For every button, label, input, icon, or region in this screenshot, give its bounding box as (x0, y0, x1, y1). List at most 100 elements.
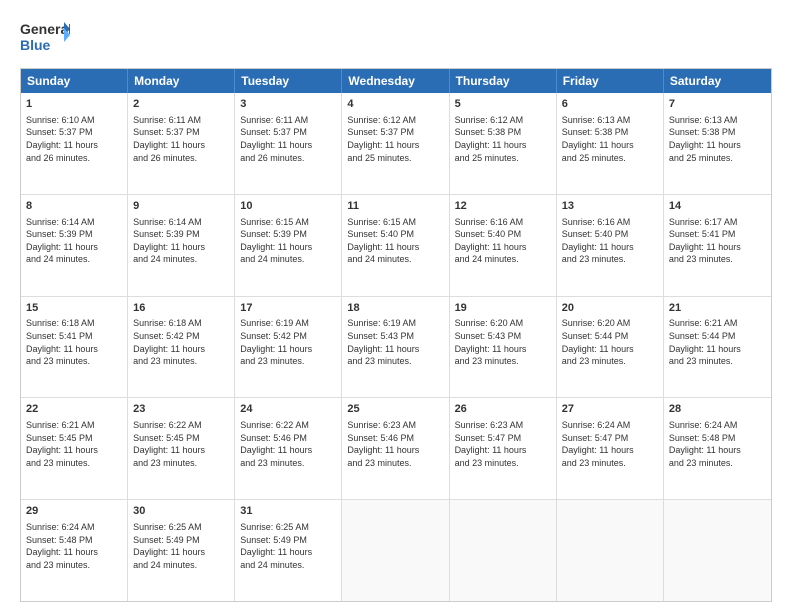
cell-text-line: Sunrise: 6:21 AM (26, 419, 122, 432)
cell-text-line: Sunrise: 6:11 AM (133, 114, 229, 127)
cell-text-line: Sunrise: 6:13 AM (562, 114, 658, 127)
cell-text-line: Sunset: 5:47 PM (455, 432, 551, 445)
day-number: 21 (669, 301, 766, 316)
cell-text-line: Daylight: 11 hours (133, 241, 229, 254)
day-cell-8: 8Sunrise: 6:14 AMSunset: 5:39 PMDaylight… (21, 195, 128, 296)
day-number: 25 (347, 402, 443, 417)
cell-text-line: Sunrise: 6:22 AM (133, 419, 229, 432)
day-number: 3 (240, 97, 336, 112)
day-cell-10: 10Sunrise: 6:15 AMSunset: 5:39 PMDayligh… (235, 195, 342, 296)
svg-text:General: General (20, 21, 70, 37)
day-number: 7 (669, 97, 766, 112)
cell-text-line: Sunrise: 6:11 AM (240, 114, 336, 127)
cell-text-line: Daylight: 11 hours (240, 546, 336, 559)
cell-text-line: and 23 minutes. (669, 253, 766, 266)
day-cell-30: 30Sunrise: 6:25 AMSunset: 5:49 PMDayligh… (128, 500, 235, 601)
cell-text-line: Sunset: 5:46 PM (240, 432, 336, 445)
cell-text-line: and 23 minutes. (26, 457, 122, 470)
cell-text-line: Sunrise: 6:25 AM (133, 521, 229, 534)
day-number: 27 (562, 402, 658, 417)
cell-text-line: Sunrise: 6:24 AM (669, 419, 766, 432)
cell-text-line: and 23 minutes. (562, 355, 658, 368)
cell-text-line: Daylight: 11 hours (562, 444, 658, 457)
calendar-row-4: 22Sunrise: 6:21 AMSunset: 5:45 PMDayligh… (21, 397, 771, 499)
page-header: General Blue (20, 16, 772, 58)
cell-text-line: Sunrise: 6:18 AM (26, 317, 122, 330)
cell-text-line: Daylight: 11 hours (455, 139, 551, 152)
cell-text-line: and 25 minutes. (347, 152, 443, 165)
cell-text-line: Sunset: 5:45 PM (133, 432, 229, 445)
day-number: 31 (240, 504, 336, 519)
cell-text-line: Sunset: 5:37 PM (240, 126, 336, 139)
cell-text-line: Sunset: 5:49 PM (240, 534, 336, 547)
cell-text-line: and 23 minutes. (455, 355, 551, 368)
header-day-friday: Friday (557, 69, 664, 93)
day-number: 9 (133, 199, 229, 214)
cell-text-line: Daylight: 11 hours (347, 241, 443, 254)
day-cell-2: 2Sunrise: 6:11 AMSunset: 5:37 PMDaylight… (128, 93, 235, 194)
empty-cell (557, 500, 664, 601)
cell-text-line: and 24 minutes. (240, 253, 336, 266)
cell-text-line: Sunset: 5:37 PM (133, 126, 229, 139)
cell-text-line: Sunset: 5:42 PM (240, 330, 336, 343)
cell-text-line: and 24 minutes. (133, 253, 229, 266)
day-number: 16 (133, 301, 229, 316)
cell-text-line: Daylight: 11 hours (240, 444, 336, 457)
cell-text-line: Sunrise: 6:14 AM (26, 216, 122, 229)
calendar-row-1: 1Sunrise: 6:10 AMSunset: 5:37 PMDaylight… (21, 93, 771, 194)
day-cell-6: 6Sunrise: 6:13 AMSunset: 5:38 PMDaylight… (557, 93, 664, 194)
cell-text-line: Sunset: 5:40 PM (347, 228, 443, 241)
cell-text-line: Sunrise: 6:24 AM (562, 419, 658, 432)
day-cell-12: 12Sunrise: 6:16 AMSunset: 5:40 PMDayligh… (450, 195, 557, 296)
header-day-wednesday: Wednesday (342, 69, 449, 93)
cell-text-line: Daylight: 11 hours (347, 343, 443, 356)
cell-text-line: Daylight: 11 hours (455, 241, 551, 254)
day-cell-13: 13Sunrise: 6:16 AMSunset: 5:40 PMDayligh… (557, 195, 664, 296)
cell-text-line: and 23 minutes. (669, 457, 766, 470)
cell-text-line: and 23 minutes. (347, 457, 443, 470)
day-number: 6 (562, 97, 658, 112)
cell-text-line: and 24 minutes. (26, 253, 122, 266)
cell-text-line: Sunrise: 6:10 AM (26, 114, 122, 127)
cell-text-line: Sunrise: 6:18 AM (133, 317, 229, 330)
day-cell-3: 3Sunrise: 6:11 AMSunset: 5:37 PMDaylight… (235, 93, 342, 194)
cell-text-line: Sunset: 5:49 PM (133, 534, 229, 547)
cell-text-line: Sunrise: 6:12 AM (347, 114, 443, 127)
cell-text-line: Sunrise: 6:21 AM (669, 317, 766, 330)
calendar-row-3: 15Sunrise: 6:18 AMSunset: 5:41 PMDayligh… (21, 296, 771, 398)
cell-text-line: Sunset: 5:43 PM (347, 330, 443, 343)
cell-text-line: Daylight: 11 hours (669, 139, 766, 152)
day-cell-4: 4Sunrise: 6:12 AMSunset: 5:37 PMDaylight… (342, 93, 449, 194)
day-cell-23: 23Sunrise: 6:22 AMSunset: 5:45 PMDayligh… (128, 398, 235, 499)
calendar-body: 1Sunrise: 6:10 AMSunset: 5:37 PMDaylight… (21, 93, 771, 601)
cell-text-line: Sunset: 5:37 PM (26, 126, 122, 139)
cell-text-line: and 26 minutes. (26, 152, 122, 165)
cell-text-line: Daylight: 11 hours (240, 241, 336, 254)
cell-text-line: Daylight: 11 hours (26, 139, 122, 152)
cell-text-line: Daylight: 11 hours (455, 343, 551, 356)
day-cell-1: 1Sunrise: 6:10 AMSunset: 5:37 PMDaylight… (21, 93, 128, 194)
cell-text-line: and 23 minutes. (26, 355, 122, 368)
logo: General Blue (20, 16, 70, 58)
day-number: 2 (133, 97, 229, 112)
cell-text-line: and 25 minutes. (455, 152, 551, 165)
cell-text-line: Sunrise: 6:19 AM (347, 317, 443, 330)
cell-text-line: Sunrise: 6:23 AM (347, 419, 443, 432)
day-number: 14 (669, 199, 766, 214)
cell-text-line: Sunset: 5:46 PM (347, 432, 443, 445)
cell-text-line: Daylight: 11 hours (669, 241, 766, 254)
cell-text-line: Sunset: 5:38 PM (669, 126, 766, 139)
day-number: 5 (455, 97, 551, 112)
day-cell-28: 28Sunrise: 6:24 AMSunset: 5:48 PMDayligh… (664, 398, 771, 499)
calendar-row-2: 8Sunrise: 6:14 AMSunset: 5:39 PMDaylight… (21, 194, 771, 296)
cell-text-line: Sunset: 5:48 PM (26, 534, 122, 547)
cell-text-line: Sunset: 5:45 PM (26, 432, 122, 445)
cell-text-line: Sunrise: 6:19 AM (240, 317, 336, 330)
day-cell-25: 25Sunrise: 6:23 AMSunset: 5:46 PMDayligh… (342, 398, 449, 499)
cell-text-line: Daylight: 11 hours (669, 444, 766, 457)
cell-text-line: Daylight: 11 hours (133, 546, 229, 559)
cell-text-line: Sunrise: 6:12 AM (455, 114, 551, 127)
cell-text-line: Sunset: 5:38 PM (455, 126, 551, 139)
day-cell-29: 29Sunrise: 6:24 AMSunset: 5:48 PMDayligh… (21, 500, 128, 601)
day-number: 18 (347, 301, 443, 316)
